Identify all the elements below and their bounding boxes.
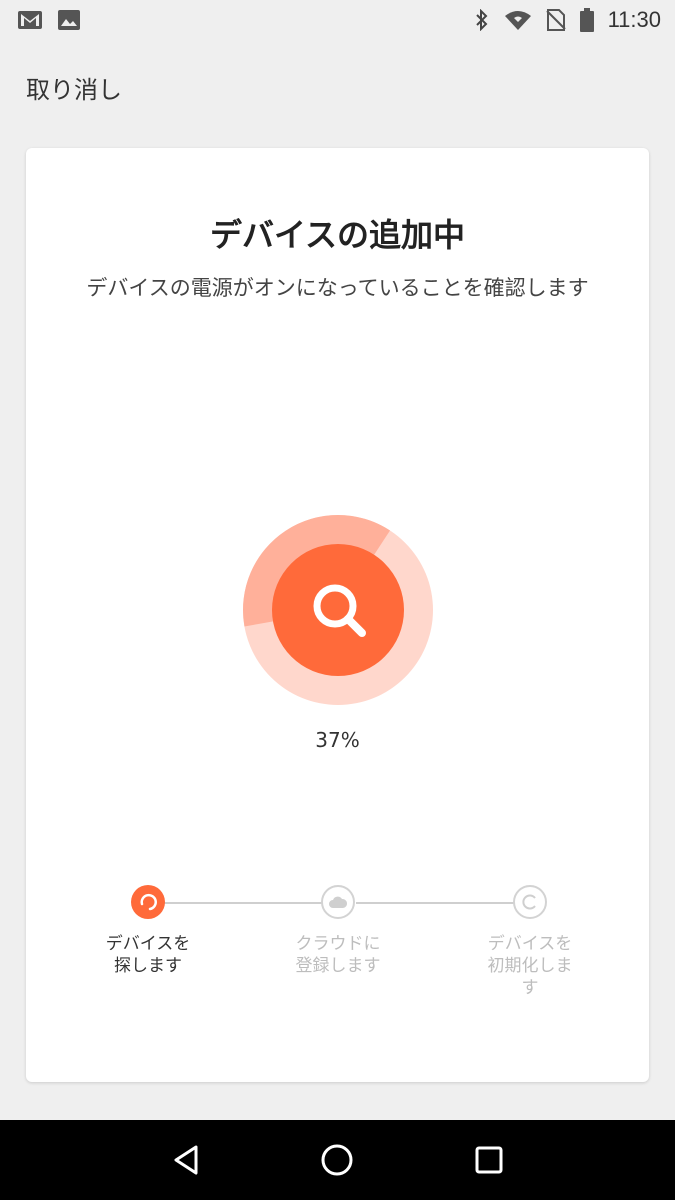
reset-icon: [513, 885, 547, 919]
step-label: クラウドに 登録します: [295, 934, 381, 976]
card-subtitle: デバイスの電源がオンになっていることを確認します: [86, 276, 589, 300]
cancel-button[interactable]: 取り消し: [26, 70, 122, 105]
wifi-icon: [504, 9, 532, 31]
step-cloud: クラウドに 登録します: [278, 883, 398, 977]
step-init: デバイスを 初期化しま す: [470, 883, 590, 999]
cloud-icon: [321, 885, 355, 919]
image-icon: [58, 10, 80, 30]
steps: デバイスを 探します クラウドに 登録します デバイスを 初期化しま す: [26, 883, 649, 1013]
bluetooth-icon: [474, 9, 490, 31]
navigation-bar: [0, 1120, 675, 1200]
gmail-icon: [18, 11, 42, 29]
add-device-card: デバイスの追加中 デバイスの電源がオンになっていることを確認します 37% デバ…: [26, 148, 649, 1082]
card-title: デバイスの追加中: [209, 216, 466, 254]
progress-indicator: [242, 514, 434, 706]
back-icon[interactable]: [156, 1130, 216, 1190]
battery-icon: [579, 8, 594, 32]
home-icon[interactable]: [307, 1130, 367, 1190]
progress-core: [272, 544, 404, 676]
no-sim-icon: [545, 8, 566, 32]
recents-icon[interactable]: [459, 1130, 519, 1190]
step-label: デバイスを 初期化しま す: [487, 934, 573, 998]
status-time: 11:30: [607, 7, 661, 32]
progress-percent: 37%: [315, 728, 360, 752]
loading-icon: [131, 885, 165, 919]
step-search: デバイスを 探します: [88, 883, 208, 977]
step-label: デバイスを 探します: [105, 934, 191, 976]
status-bar: 11:30: [0, 0, 675, 40]
